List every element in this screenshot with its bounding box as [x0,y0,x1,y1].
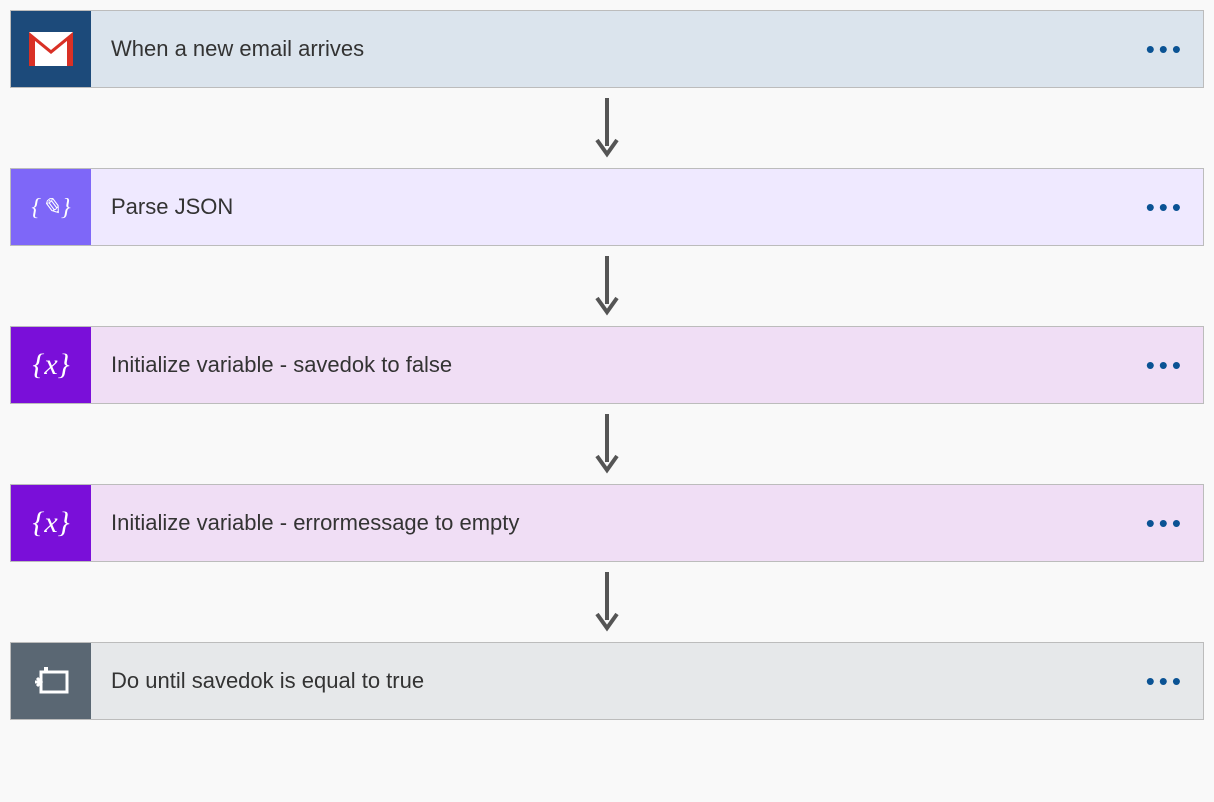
step-do-until[interactable]: Do until savedok is equal to true ••• [10,642,1204,720]
step-menu-button[interactable]: ••• [1146,194,1185,220]
step-body: Do until savedok is equal to true ••• [91,643,1203,719]
step-parse-json[interactable]: {✎} Parse JSON ••• [10,168,1204,246]
step-init-var-savedok[interactable]: {x} Initialize variable - savedok to fal… [10,326,1204,404]
gmail-icon [11,11,91,87]
step-body: Initialize variable - errormessage to em… [91,485,1203,561]
flow-arrow [10,246,1204,326]
step-title: Parse JSON [111,194,233,220]
step-body: When a new email arrives ••• [91,11,1203,87]
flow-canvas: When a new email arrives ••• {✎} Parse J… [10,10,1204,720]
step-menu-button[interactable]: ••• [1146,36,1185,62]
step-menu-button[interactable]: ••• [1146,352,1185,378]
flow-arrow [10,562,1204,642]
parse-json-icon: {✎} [11,169,91,245]
step-title: When a new email arrives [111,36,364,62]
flow-arrow [10,88,1204,168]
step-menu-button[interactable]: ••• [1146,668,1185,694]
variable-icon: {x} [11,485,91,561]
step-body: Parse JSON ••• [91,169,1203,245]
step-menu-button[interactable]: ••• [1146,510,1185,536]
step-title: Initialize variable - savedok to false [111,352,452,378]
loop-icon [11,643,91,719]
variable-icon: {x} [11,327,91,403]
step-title: Initialize variable - errormessage to em… [111,510,519,536]
step-init-var-errormessage[interactable]: {x} Initialize variable - errormessage t… [10,484,1204,562]
step-trigger-email[interactable]: When a new email arrives ••• [10,10,1204,88]
step-body: Initialize variable - savedok to false •… [91,327,1203,403]
step-title: Do until savedok is equal to true [111,668,424,694]
flow-arrow [10,404,1204,484]
